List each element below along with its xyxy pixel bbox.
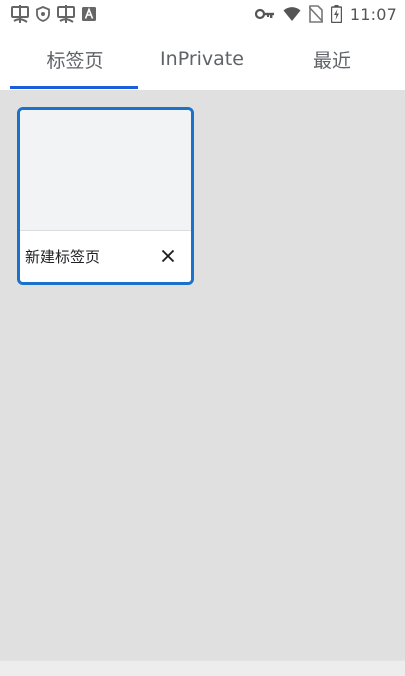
status-right-icons: 11:07 (254, 4, 397, 24)
app-notification-icon (10, 4, 30, 24)
wifi-icon (283, 6, 301, 22)
status-bar: 11:07 (0, 0, 405, 28)
text-icon (82, 7, 96, 21)
close-tab-button[interactable] (158, 246, 178, 266)
close-icon (161, 249, 175, 263)
tab-preview[interactable] (20, 110, 191, 231)
clock: 11:07 (349, 4, 397, 24)
tab-inprivate[interactable]: InPrivate (138, 28, 266, 90)
app-notification-icon (56, 4, 76, 24)
no-sim-icon (308, 5, 323, 23)
selected-tab-indicator (10, 86, 138, 89)
tab-switcher-header: 标签页 InPrivate 最近 (0, 28, 405, 90)
bottom-bar (0, 660, 405, 676)
tab-recent[interactable]: 最近 (268, 28, 396, 90)
battery-charging-icon (330, 5, 342, 23)
tab-card-footer: 新建标签页 (20, 231, 191, 282)
tab-card[interactable]: 新建标签页 (17, 107, 194, 285)
tab-normal-tabs[interactable]: 标签页 (10, 28, 140, 90)
status-left-icons (10, 4, 96, 24)
vpn-key-icon (254, 8, 275, 20)
tab-title: 新建标签页 (25, 248, 101, 266)
shield-icon (36, 6, 50, 22)
